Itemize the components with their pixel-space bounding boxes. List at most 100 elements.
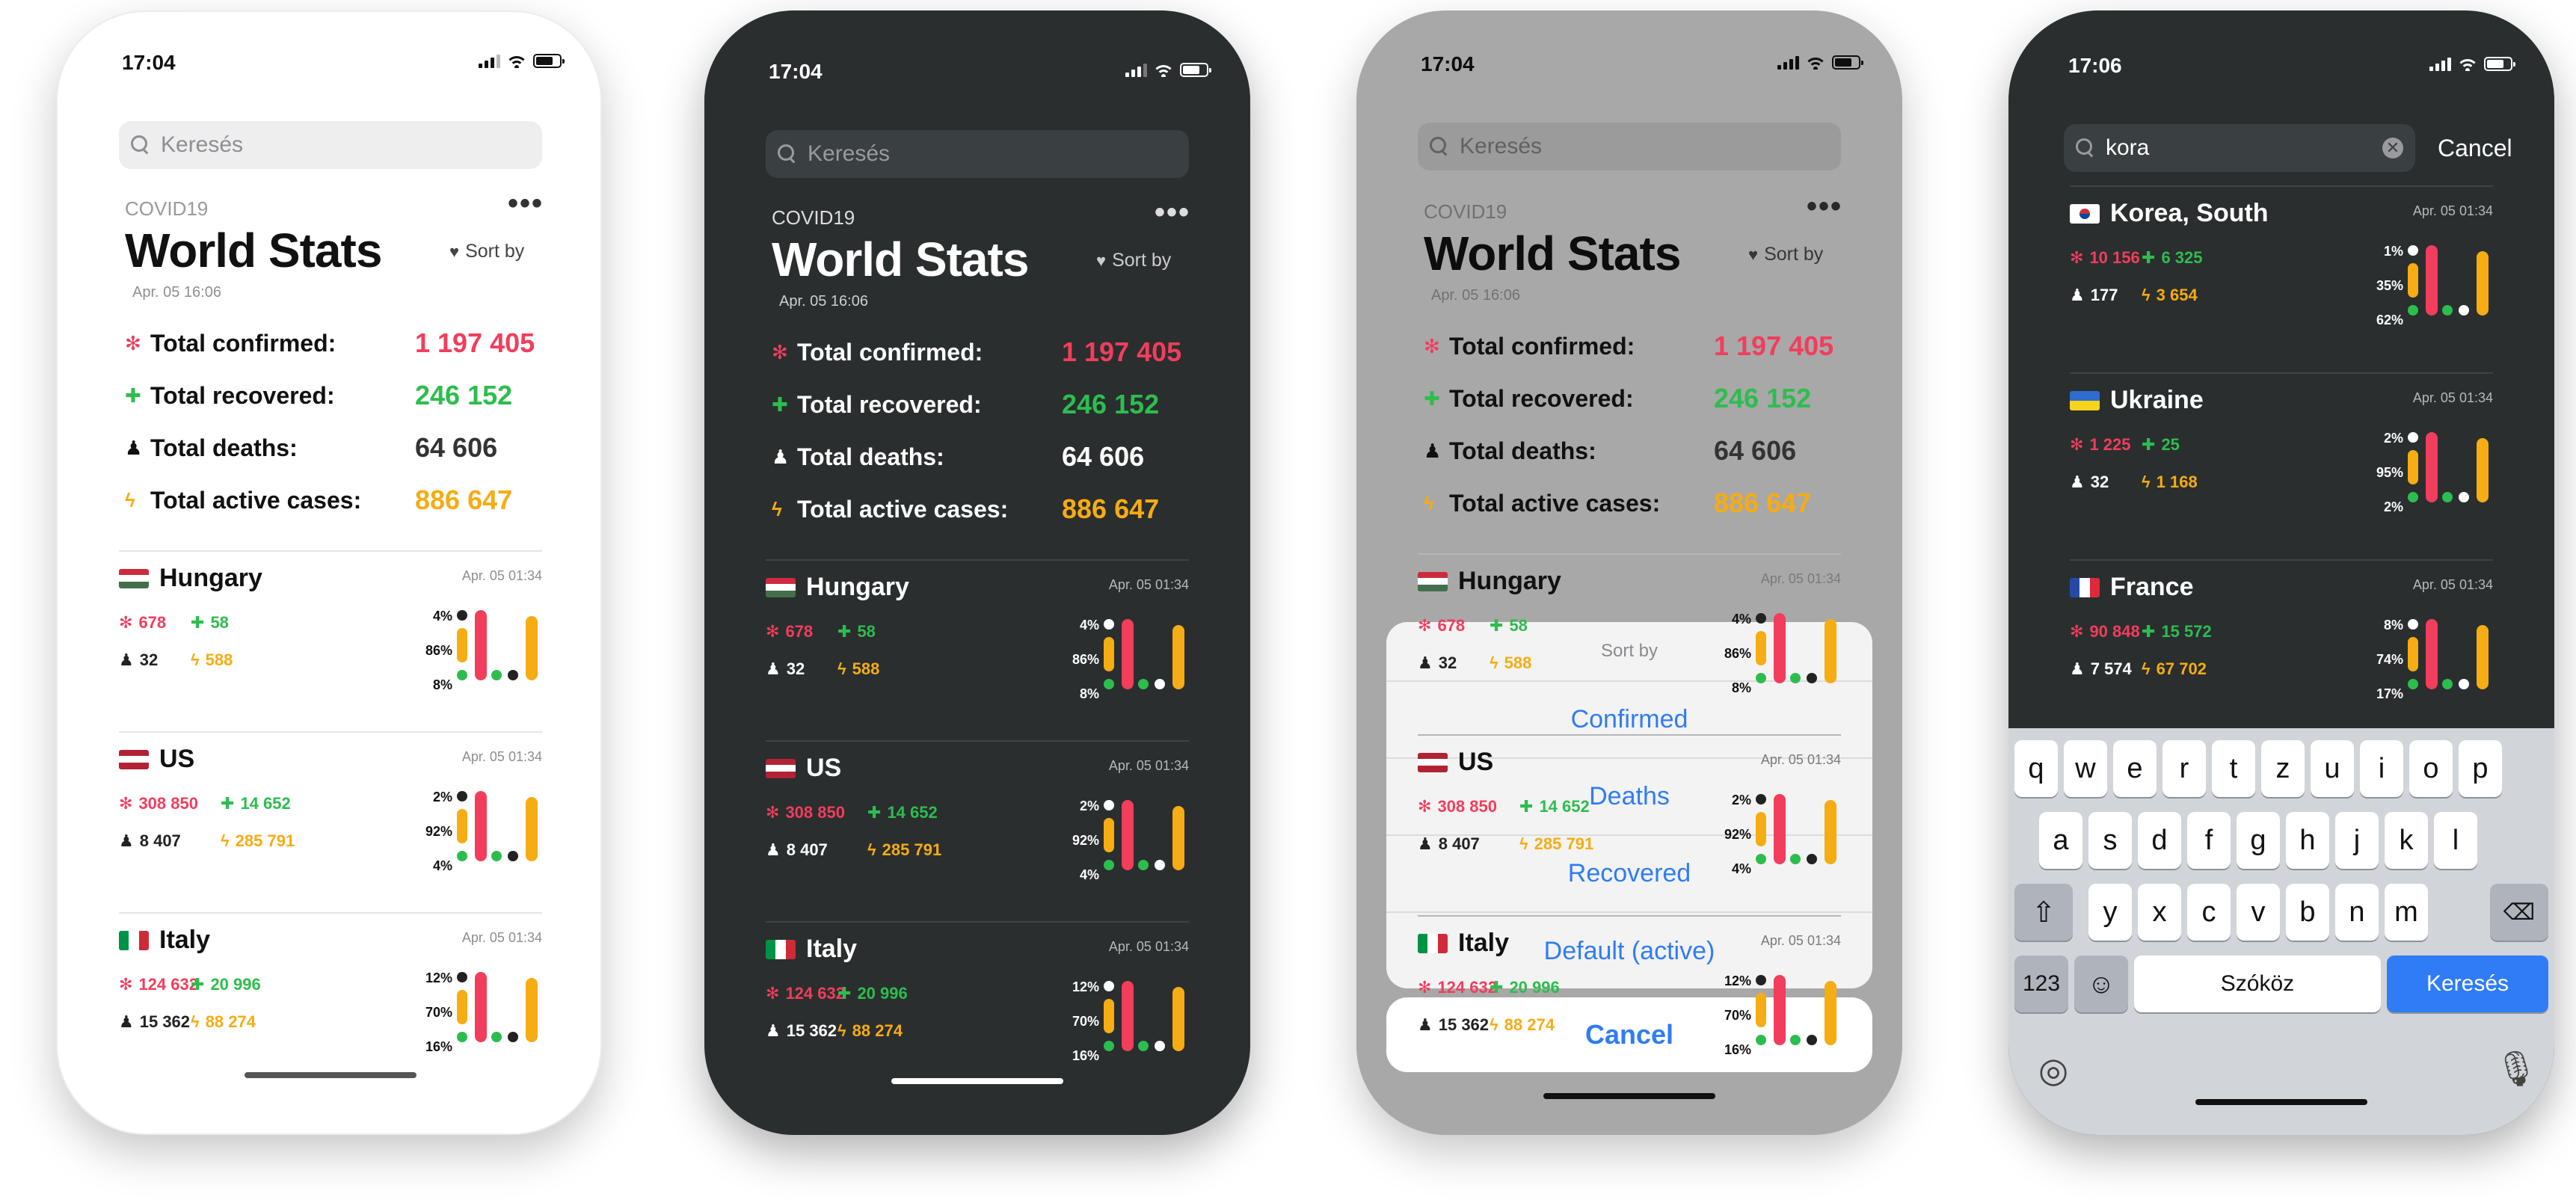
key-l[interactable]: l (2434, 812, 2477, 869)
microphone-icon[interactable]: 🎙 (2494, 1048, 2538, 1089)
stat-value: 88 274 (1504, 1015, 1555, 1034)
confirmed-bar (1774, 613, 1786, 683)
country-date: Apr. 05 01:34 (1760, 933, 1841, 948)
total-row-deaths: ♟ Total deaths: 64 606 (125, 422, 544, 474)
key-z[interactable]: z (2261, 740, 2305, 797)
recovered-dot (2408, 492, 2418, 502)
country-name: Italy (806, 935, 858, 963)
key-x[interactable]: x (2138, 884, 2181, 941)
percent-label: 2% (432, 790, 452, 804)
key-y[interactable]: y (2088, 884, 2132, 941)
key-v[interactable]: v (2237, 884, 2280, 941)
key-k[interactable]: k (2385, 812, 2428, 869)
virus-icon: ✻ (2070, 622, 2084, 641)
space-key[interactable]: Szóköz (2134, 956, 2381, 1012)
country-card[interactable]: Italy Apr. 05 01:34 ✻ 124 632 ✚ 20 996 ♟ 15 362… (119, 912, 542, 1092)
deaths-bar-dot (508, 670, 518, 680)
search-field[interactable]: kora ✕ (2064, 124, 2415, 172)
backspace-key[interactable]: ⌫ (2490, 884, 2548, 941)
bolt-icon: ϟ (2142, 473, 2151, 491)
stat-recovered: ✚ 25 (2142, 435, 2180, 455)
key-o[interactable]: o (2409, 740, 2453, 797)
stat-value: 8 407 (139, 831, 181, 850)
country-name: Hungary (1458, 567, 1561, 595)
country-card[interactable]: Italy Apr. 05 01:34 ✻ 124 632 ✚ 20 996 ♟ 15 362… (766, 921, 1189, 1101)
country-card[interactable]: Italy Apr. 05 01:34 ✻ 124 632 ✚ 20 996 ♟ 15 362… (1418, 915, 1841, 1095)
search-go-key[interactable]: Keresés (2387, 956, 2548, 1012)
key-b[interactable]: b (2286, 884, 2329, 941)
key-r[interactable]: r (2162, 740, 2206, 797)
country-card[interactable]: US Apr. 05 01:34 ✻ 308 850 ✚ 14 652 ♟ 8 407 ϟ 285… (766, 740, 1189, 920)
search-field[interactable]: Keresés (119, 121, 542, 169)
key-c[interactable]: c (2187, 884, 2231, 941)
recovered-bar-dot (2442, 492, 2453, 502)
cross-icon: ✚ (1519, 797, 1534, 816)
stat-value: 177 (2090, 286, 2118, 304)
total-row-deaths: ♟ Total deaths: 64 606 (772, 431, 1190, 483)
total-label: Total active cases: (150, 486, 362, 514)
key-d[interactable]: d (2138, 812, 2181, 869)
total-value: 64 606 (1714, 435, 1797, 466)
key-h[interactable]: h (2286, 812, 2329, 869)
stat-value: 67 702 (2156, 659, 2207, 678)
search-icon (778, 144, 797, 164)
key-p[interactable]: p (2459, 740, 2502, 797)
country-name: US (1458, 748, 1494, 776)
country-card[interactable]: Ukraine Apr. 05 01:34 ✻ 1 225 ✚ 25 ♟ 32 ϟ 1 168 2%… (2070, 372, 2493, 552)
clear-icon[interactable]: ✕ (2382, 138, 2403, 159)
recovered-dot (2408, 679, 2418, 689)
cross-icon: ✚ (1424, 387, 1440, 410)
key-u[interactable]: u (2311, 740, 2354, 797)
country-card[interactable]: Hungary Apr. 05 01:34 ✻ 678 ✚ 58 ♟ 32 ϟ 588 4% 86% 8… (1418, 553, 1841, 733)
key-f[interactable]: f (2187, 812, 2231, 869)
battery-icon (1180, 63, 1211, 77)
sort-button[interactable]: ♥ Sort by (1096, 250, 1171, 271)
numbers-key[interactable]: 123 (2014, 956, 2068, 1012)
country-date: Apr. 05 01:34 (2412, 390, 2493, 405)
key-q[interactable]: q (2014, 740, 2058, 797)
stat-value: 124 632 (138, 975, 198, 994)
search-field[interactable]: Keresés (766, 130, 1189, 178)
stat-active: ϟ 88 274 (1490, 1015, 1555, 1035)
search-placeholder: Keresés (808, 141, 891, 166)
key-e[interactable]: e (2113, 740, 2157, 797)
update-date: Apr. 05 16:06 (779, 293, 868, 310)
more-icon[interactable]: ••• (508, 188, 544, 218)
stat-deaths: ♟ 177 (2070, 286, 2118, 305)
search-cancel-button[interactable]: Cancel (2438, 135, 2512, 162)
country-card[interactable]: Hungary Apr. 05 01:34 ✻ 678 ✚ 58 ♟ 32 ϟ 588 4% 86% 8… (766, 559, 1189, 739)
signal-icon (2429, 57, 2451, 71)
key-j[interactable]: j (2335, 812, 2379, 869)
country-card[interactable]: France Apr. 05 01:34 ✻ 90 848 ✚ 15 572 ♟ 7 574 ϟ… (2070, 559, 2493, 739)
country-card[interactable]: Korea, South Apr. 05 01:34 ✻ 10 156 ✚ 6 325 ♟ 1… (2070, 185, 2493, 365)
stat-value: 10 156 (2089, 248, 2140, 267)
key-s[interactable]: s (2088, 812, 2132, 869)
status-time: 17:06 (2068, 54, 2122, 77)
key-i[interactable]: i (2360, 740, 2403, 797)
country-date: Apr. 05 01:34 (461, 930, 542, 945)
key-m[interactable]: m (2385, 884, 2428, 941)
key-a[interactable]: a (2039, 812, 2082, 869)
flag-icon (119, 568, 149, 588)
country-card[interactable]: US Apr. 05 01:34 ✻ 308 850 ✚ 14 652 ♟ 8 407 ϟ 285… (1418, 734, 1841, 914)
country-card[interactable]: Hungary Apr. 05 01:34 ✻ 678 ✚ 58 ♟ 32 ϟ 588 4% 86% 8… (119, 550, 542, 730)
active-bar (1825, 619, 1836, 683)
emoji-key[interactable]: ☺ (2074, 956, 2128, 1012)
stat-value: 32 (786, 659, 805, 678)
country-date: Apr. 05 01:34 (1108, 758, 1189, 773)
country-card[interactable]: US Apr. 05 01:34 ✻ 308 850 ✚ 14 652 ♟ 8 407 ϟ 285… (119, 731, 542, 911)
shift-key[interactable]: ⇧ (2014, 884, 2073, 941)
more-icon[interactable]: ••• (1155, 197, 1190, 227)
key-n[interactable]: n (2335, 884, 2379, 941)
key-t[interactable]: t (2212, 740, 2255, 797)
percent-label: 8% (1079, 686, 1099, 701)
key-g[interactable]: g (2237, 812, 2280, 869)
key-w[interactable]: w (2064, 740, 2107, 797)
total-label: Total confirmed: (797, 338, 983, 366)
stat-deaths: ♟ 15 362 (766, 1021, 837, 1041)
sort-button[interactable]: ♥ Sort by (449, 241, 524, 262)
recovered-bar-dot (1138, 679, 1149, 689)
globe-icon[interactable]: ◎ (2038, 1050, 2068, 1090)
stat-value: 678 (785, 622, 814, 641)
grave-icon: ♟ (119, 831, 134, 850)
